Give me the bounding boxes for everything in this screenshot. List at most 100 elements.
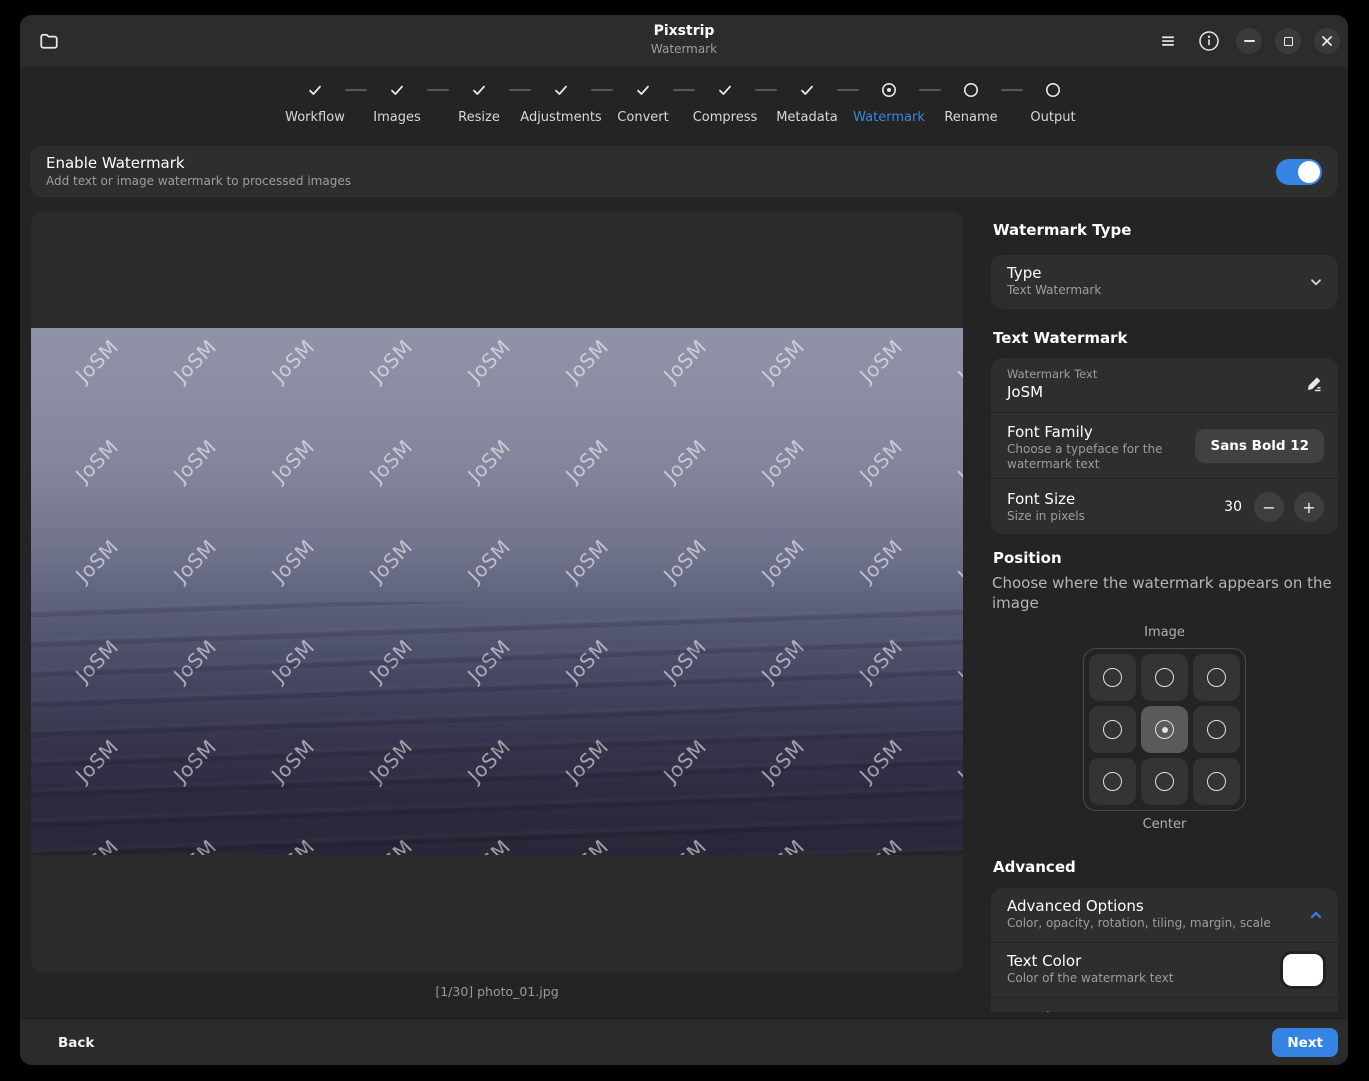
opacity-label: Opacity	[1007, 1008, 1322, 1012]
opacity-row: Opacity	[991, 997, 1338, 1012]
watermark-tile: JoSM	[169, 435, 221, 487]
watermark-tile: JoSM	[561, 535, 613, 587]
watermark-tile: JoSM	[267, 735, 319, 787]
step-connector	[919, 89, 941, 91]
watermark-tile: JoSM	[71, 535, 123, 587]
type-label: Type	[1007, 263, 1322, 283]
watermark-tile: JoSM	[757, 835, 809, 855]
font-size-decrease-button[interactable]: −	[1254, 492, 1284, 522]
watermark-tile: JoSM	[169, 635, 221, 687]
main-menu-button[interactable]	[1154, 27, 1182, 55]
watermark-text-label: Watermark Text	[1007, 366, 1322, 382]
app-title: Pixstrip	[20, 22, 1348, 41]
step-convert[interactable]: Convert	[602, 75, 684, 141]
font-size-value: 30	[1224, 499, 1242, 515]
open-folder-button[interactable]	[32, 24, 66, 58]
enable-watermark-toggle[interactable]	[1276, 159, 1322, 185]
check-icon	[553, 82, 569, 98]
watermark-tile: JoSM	[561, 635, 613, 687]
watermark-tile: JoSM	[855, 835, 907, 855]
radio-icon	[1103, 668, 1122, 687]
headerbar: Pixstrip Watermark	[20, 15, 1348, 67]
preview-photo: JoSM JoSM JoSM JoSM JoSM JoSM JoSM JoSM JoSM JoSM…	[31, 328, 963, 855]
info-icon	[1198, 30, 1220, 52]
font-family-button[interactable]: Sans Bold 12	[1195, 429, 1324, 463]
step-connector	[1001, 89, 1023, 91]
position-cell-bottom-right[interactable]	[1193, 758, 1240, 805]
watermark-tile: JoSM	[267, 335, 319, 387]
step-output[interactable]: Output	[1012, 75, 1094, 141]
position-selected-label: Center	[991, 816, 1338, 833]
step-metadata[interactable]: Metadata	[766, 75, 848, 141]
radio-icon	[1207, 772, 1226, 791]
text-color-label: Text Color	[1007, 951, 1322, 971]
edit-pencil-icon[interactable]	[1305, 375, 1323, 393]
position-subtitle: Choose where the watermark appears on th…	[992, 573, 1338, 613]
watermark-tile: JoSM	[659, 435, 711, 487]
radio-icon	[1045, 82, 1061, 98]
wizard-stepper: WorkflowImagesResizeAdjustmentsConvertCo…	[20, 75, 1348, 141]
watermark-tile: JoSM	[953, 535, 963, 587]
maximize-button[interactable]	[1275, 28, 1301, 54]
next-button[interactable]: Next	[1272, 1028, 1338, 1057]
advanced-options-title: Advanced Options	[1007, 896, 1322, 916]
type-value: Text Watermark	[1007, 283, 1322, 298]
position-cell-bottom-left[interactable]	[1089, 758, 1136, 805]
minimize-button[interactable]	[1236, 28, 1262, 54]
step-workflow[interactable]: Workflow	[274, 75, 356, 141]
font-size-increase-button[interactable]: +	[1294, 492, 1324, 522]
maximize-icon	[1284, 37, 1293, 46]
step-connector	[755, 89, 777, 91]
chevron-up-icon	[1308, 907, 1324, 923]
position-cell-middle-left[interactable]	[1089, 706, 1136, 753]
watermark-tile: JoSM	[71, 435, 123, 487]
watermark-tile: JoSM	[659, 335, 711, 387]
watermark-tile: JoSM	[169, 735, 221, 787]
step-compress[interactable]: Compress	[684, 75, 766, 141]
step-label: Metadata	[776, 110, 838, 125]
close-icon	[1321, 35, 1333, 47]
advanced-options-expander[interactable]: Advanced Options Color, opacity, rotatio…	[991, 888, 1338, 942]
step-label: Adjustments	[520, 110, 601, 125]
watermark-tile: JoSM	[463, 335, 515, 387]
text-watermark-heading: Text Watermark	[993, 329, 1338, 348]
watermark-tile: JoSM	[953, 335, 963, 387]
watermark-tile: JoSM	[659, 635, 711, 687]
watermark-tile: JoSM	[71, 635, 123, 687]
position-heading: Position	[993, 549, 1338, 568]
position-cell-bottom-center[interactable]	[1141, 758, 1188, 805]
position-cell-top-center[interactable]	[1141, 654, 1188, 701]
watermark-tile: JoSM	[659, 735, 711, 787]
step-adjustments[interactable]: Adjustments	[520, 75, 602, 141]
step-watermark[interactable]: Watermark	[848, 75, 930, 141]
position-cell-top-left[interactable]	[1089, 654, 1136, 701]
watermark-tile: JoSM	[169, 535, 221, 587]
step-images[interactable]: Images	[356, 75, 438, 141]
info-button[interactable]	[1195, 27, 1223, 55]
step-rename[interactable]: Rename	[930, 75, 1012, 141]
hamburger-icon	[1160, 33, 1176, 49]
preview-card: JoSM JoSM JoSM JoSM JoSM JoSM JoSM JoSM JoSM JoSM…	[31, 211, 963, 973]
position-axis-label: Image	[991, 625, 1338, 641]
radio-icon	[1103, 772, 1122, 791]
preview-caption: [1/30] photo_01.jpg	[31, 984, 963, 999]
step-resize[interactable]: Resize	[438, 75, 520, 141]
advanced-heading: Advanced	[993, 858, 1338, 877]
radio-icon	[1103, 720, 1122, 739]
text-color-swatch-button[interactable]	[1283, 954, 1323, 986]
watermark-tile: JoSM	[365, 835, 417, 855]
step-connector	[591, 89, 613, 91]
window-title: Pixstrip Watermark	[20, 22, 1348, 58]
back-button[interactable]: Back	[50, 1019, 102, 1065]
position-cell-top-right[interactable]	[1193, 654, 1240, 701]
watermark-tile: JoSM	[267, 635, 319, 687]
watermark-tile: JoSM	[659, 535, 711, 587]
watermark-text-field[interactable]: Watermark Text JoSM	[991, 358, 1338, 412]
step-label: Output	[1030, 110, 1075, 125]
close-button[interactable]	[1314, 28, 1340, 54]
text-watermark-card: Watermark Text JoSM Font Family Choose a…	[991, 358, 1338, 534]
type-dropdown-row[interactable]: Type Text Watermark	[991, 255, 1338, 309]
position-cell-middle-right[interactable]	[1193, 706, 1240, 753]
advanced-options-subtitle: Color, opacity, rotation, tiling, margin…	[1007, 916, 1322, 931]
position-cell-center[interactable]	[1141, 706, 1188, 753]
